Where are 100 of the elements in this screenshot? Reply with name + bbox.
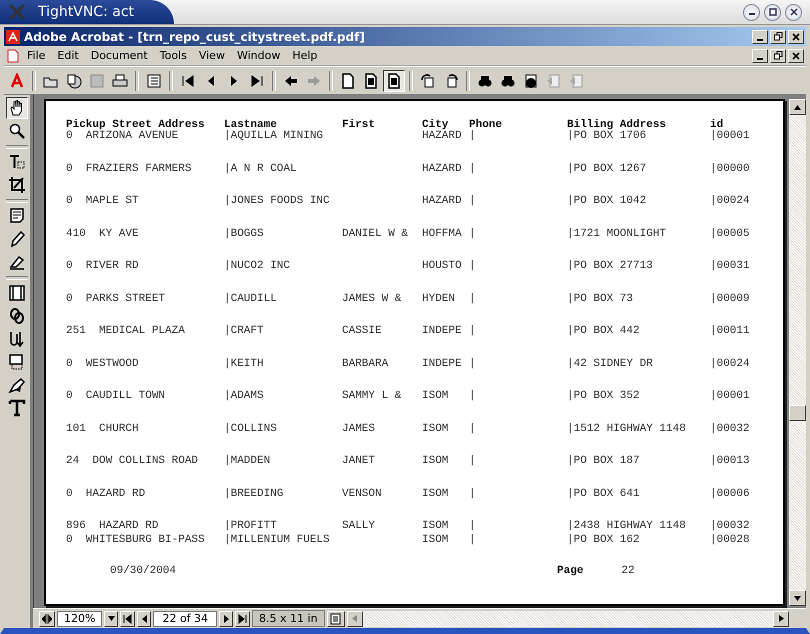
report-cell-text: 0 PARKS STREET [66, 292, 166, 304]
report-cell-text: | [469, 130, 477, 142]
menu-item[interactable]: Window [232, 49, 286, 62]
report-cell-text: 251 MEDICAL PLAZA [66, 325, 186, 337]
report-cell-text: |PO BOX 1267 [567, 162, 648, 174]
report-cell-text: | [469, 520, 477, 532]
menu-item[interactable]: Help [287, 49, 322, 62]
report-cell-text: 0 FRAZIERS FARMERS [66, 162, 192, 174]
page-label: Page [557, 564, 584, 576]
next-page-icon[interactable] [219, 610, 234, 626]
report-cell-text: |KEITH [224, 358, 265, 370]
column-header: First [342, 119, 376, 131]
report-cell-text: |PO BOX 641 [567, 488, 641, 500]
maximize-icon [768, 8, 776, 16]
report-cell-text: |1512 HIGHWAY 1148 [567, 422, 687, 434]
report-cell-text: JAMES [342, 422, 376, 434]
report-cell-text: CASSIE [342, 325, 383, 337]
report-cell-text: 410 KY AVE [66, 228, 140, 240]
report-cell-text: ISOM [422, 455, 450, 467]
report-cell-text: | [469, 325, 477, 337]
report-cell-text: HYDEN [422, 292, 456, 304]
report-cell-text: |00024 [710, 195, 751, 207]
report-cell-text: |00001 [710, 130, 751, 142]
report-cell-text: 0 ARIZONA AVENUE [66, 130, 180, 142]
down-arrow-icon[interactable] [794, 596, 801, 600]
report-cell-text: |BREEDING [224, 488, 284, 500]
report-cell-text: 0 CAUDILL TOWN [66, 390, 166, 402]
report-cell-text: |PO BOX 352 [567, 390, 641, 402]
report-cell-text: |00005 [710, 228, 751, 240]
report-cell-text: |1721 MOONLIGHT [567, 228, 668, 240]
report-cell-text: SAMMY L & [342, 390, 402, 402]
report-cell-text: ISOM [422, 488, 450, 500]
report-cell-text: | [469, 195, 477, 207]
column-header: City [422, 119, 448, 131]
first-page-icon[interactable] [120, 610, 136, 626]
page-layout-icon[interactable] [326, 610, 345, 626]
report-cell-text: SALLY [342, 520, 376, 532]
report-cell-text: |00032 [710, 422, 751, 434]
menu-item[interactable]: Tools [154, 49, 192, 62]
report-cell-text: |00001 [710, 390, 751, 402]
report-cell-text: HOFFMA [422, 228, 463, 240]
minimize-button[interactable] [743, 4, 760, 20]
up-arrow-icon[interactable] [794, 104, 801, 110]
document-icon [6, 48, 20, 62]
report-cell-text: |COLLINS [224, 422, 278, 434]
caret-icon [108, 616, 115, 621]
report-cell-text: |CRAFT [224, 325, 265, 337]
right-arrow-icon[interactable] [778, 615, 784, 622]
report-cell-text: |00006 [710, 488, 751, 500]
report-cell-text: |00028 [710, 534, 751, 546]
touchup-text-icon[interactable] [6, 397, 28, 419]
report-cell-text: | [469, 534, 477, 546]
menu-item[interactable]: Edit [52, 49, 84, 62]
scroll-thumb[interactable] [789, 405, 806, 421]
report-cell-text: 101 CHURCH [66, 422, 140, 434]
report-cell-text: |JONES FOODS INC [224, 195, 331, 207]
column-header: Phone [469, 119, 504, 131]
restore-button[interactable] [770, 30, 786, 44]
zoom-field[interactable]: 120% [57, 610, 102, 626]
hand-icon[interactable] [6, 97, 28, 119]
minimize-icon [757, 38, 763, 40]
report-cell-text: |00009 [710, 292, 751, 304]
window-title: Adobe Acrobat - [trn_repo_cust_citystreet.pdf.pdf] [24, 30, 365, 44]
report-cell-text: | [469, 260, 477, 272]
report-cell-text: DANIEL W & [342, 228, 410, 240]
report-cell-text: HAZARD [422, 195, 463, 207]
horizontal-scrollbar[interactable] [346, 610, 789, 626]
previous-page-icon[interactable] [137, 610, 152, 626]
x-logo-icon [8, 4, 26, 20]
menu-item[interactable]: View [194, 49, 230, 62]
report-cell-text: 0 WESTWOOD [66, 358, 140, 370]
column-header: id [710, 119, 724, 131]
report-cell-text: ISOM [422, 422, 450, 434]
menu-item[interactable]: Document [86, 49, 153, 62]
report-cell-text: |BOGGS [224, 228, 265, 240]
minimize-icon [757, 58, 763, 60]
report-cell-text: HAZARD [422, 130, 463, 142]
menu-item[interactable]: File [22, 49, 50, 62]
dropdown-button[interactable] [104, 610, 118, 626]
close-button[interactable] [785, 4, 802, 20]
report-cell-text: VENSON [342, 488, 383, 500]
report-cell-text: |PO BOX 162 [567, 534, 641, 546]
report-cell-text: INDEPE [422, 358, 463, 370]
maximize-button[interactable] [764, 4, 781, 20]
report-cell-text: ISOM [422, 520, 450, 532]
report-cell-text: |2438 HIGHWAY 1148 [567, 520, 687, 532]
report-cell-text: | [469, 292, 477, 304]
report-date: 09/30/2004 [110, 564, 176, 576]
vertical-scrollbar[interactable] [789, 99, 806, 606]
last-page-icon[interactable] [235, 610, 250, 626]
restore-button[interactable] [770, 48, 786, 62]
split-handle-icon[interactable] [39, 610, 55, 626]
report-cell-text: |42 SIDNEY DR [567, 358, 654, 370]
report-cell-text: | [469, 162, 477, 174]
crop-icon[interactable] [6, 174, 28, 196]
page-number-field[interactable]: 22 of 34 [153, 610, 218, 626]
fit-width-icon[interactable] [383, 70, 405, 92]
report-cell-text: | [469, 488, 477, 500]
report-cell-text: |00024 [710, 358, 751, 370]
report-cell-text: |NUCO2 INC [224, 260, 292, 272]
